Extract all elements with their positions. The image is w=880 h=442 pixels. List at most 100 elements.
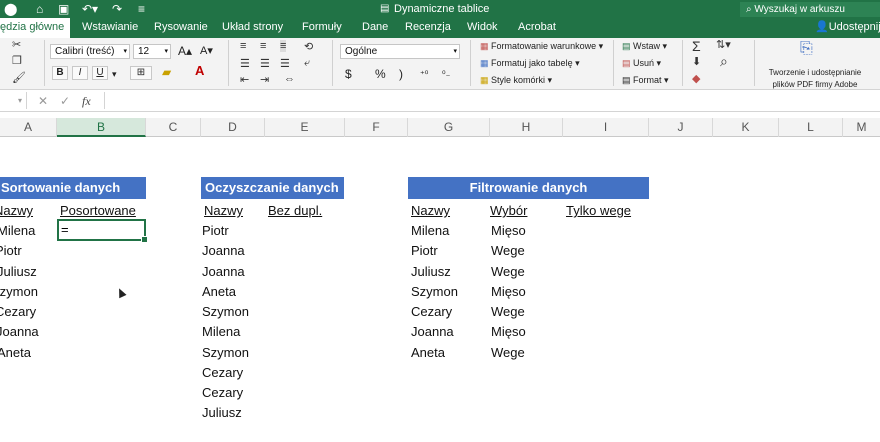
- list-item: Milena: [0, 223, 36, 238]
- decrease-decimal-icon[interactable]: ⁰₋: [442, 68, 450, 80]
- column-header[interactable]: A: [0, 118, 57, 137]
- column-header[interactable]: F: [345, 118, 408, 137]
- font-color-icon[interactable]: A: [195, 64, 204, 77]
- enter-icon[interactable]: ✓: [60, 94, 70, 108]
- merge-cells-icon[interactable]: ⇔: [284, 73, 295, 85]
- tab-acrobat[interactable]: Acrobat: [518, 21, 556, 33]
- increase-decimal-icon[interactable]: ⁺⁰: [420, 68, 428, 80]
- column-header[interactable]: L: [779, 118, 843, 137]
- align-top-icon[interactable]: ≡: [240, 40, 246, 52]
- window-controls-icon[interactable]: ⬤: [4, 2, 17, 16]
- font-name-select[interactable]: Calibri (treść) ▾: [50, 44, 130, 59]
- tab-page-layout[interactable]: Układ strony: [222, 21, 283, 33]
- column-header[interactable]: J: [649, 118, 713, 137]
- shrink-font-button[interactable]: A▾: [200, 45, 213, 57]
- tab-draw[interactable]: Rysowanie: [154, 21, 208, 33]
- pdf-share-icon[interactable]: ⎘: [800, 40, 813, 58]
- wrap-text-icon[interactable]: ⤶: [304, 57, 310, 70]
- sort-filter-icon[interactable]: ⇅▾: [716, 38, 731, 51]
- column-header[interactable]: B: [57, 118, 146, 137]
- pdf-share-label[interactable]: Tworzenie i udostępnianie plików PDF firm…: [762, 67, 868, 91]
- name-box-dropdown-icon[interactable]: ▾: [18, 96, 22, 105]
- conditional-formatting-button[interactable]: ▦ Formatowanie warunkowe ▾: [480, 40, 603, 52]
- italic-button[interactable]: I: [72, 66, 88, 80]
- redo-icon[interactable]: ↷: [112, 2, 122, 16]
- underline-dropdown-icon[interactable]: ▾: [112, 68, 117, 80]
- list-item: Joanna: [0, 324, 39, 339]
- grow-font-button[interactable]: A▴: [178, 45, 192, 57]
- column-header[interactable]: D: [201, 118, 265, 137]
- chevron-down-icon: ▾: [164, 48, 168, 55]
- column-header[interactable]: M: [843, 118, 880, 137]
- tab-review[interactable]: Recenzja: [405, 21, 451, 33]
- tab-formulas[interactable]: Formuły: [302, 21, 342, 33]
- percent-button[interactable]: %: [375, 68, 386, 80]
- tab-home[interactable]: ędzia główne: [0, 18, 71, 38]
- list-item: Aneta: [411, 345, 445, 360]
- number-format-select[interactable]: Ogólne ▾: [340, 44, 460, 59]
- column-header[interactable]: I: [563, 118, 649, 137]
- column-headers: A B C D E F G H I J K L M: [0, 118, 880, 137]
- align-left-icon[interactable]: ☰: [240, 57, 250, 70]
- font-size-select[interactable]: 12 ▾: [133, 44, 171, 59]
- autosum-icon[interactable]: Σ: [692, 38, 701, 54]
- clean-unique-header: Bez dupl.: [268, 203, 323, 218]
- column-header[interactable]: G: [408, 118, 490, 137]
- clear-icon[interactable]: ◆: [692, 72, 700, 85]
- list-item: Cezary: [0, 304, 37, 319]
- format-icon: ▤: [622, 75, 631, 85]
- borders-button[interactable]: ⊞: [130, 66, 152, 80]
- tab-insert[interactable]: Wstawianie: [82, 21, 138, 33]
- copy-icon[interactable]: ❐: [12, 54, 22, 67]
- underline-button[interactable]: U: [92, 66, 108, 80]
- list-item: Juliusz: [202, 405, 242, 420]
- sort-section-title: Sortowanie danych: [0, 177, 146, 199]
- excel-window: ⬤ ⌂ ▣ ↶▾ ↷ ≡ ▤ Dynamiczne tablice ⌕ Wysz…: [0, 0, 880, 442]
- active-cell-b4[interactable]: =: [57, 219, 148, 243]
- tab-data[interactable]: Dane: [362, 21, 388, 33]
- list-item: Szymon: [411, 284, 458, 299]
- chevron-down-icon: ▾: [123, 48, 127, 55]
- insert-icon: ▤: [622, 41, 631, 51]
- column-header[interactable]: C: [146, 118, 201, 137]
- align-bottom-icon[interactable]: ≡: [280, 40, 287, 52]
- column-header[interactable]: E: [265, 118, 345, 137]
- search-input[interactable]: ⌕ Wyszukaj w arkuszu: [740, 2, 880, 17]
- list-item: Wege: [491, 345, 525, 360]
- insert-function-button[interactable]: fx: [82, 94, 91, 109]
- save-icon[interactable]: ▣: [58, 2, 69, 16]
- fill-color-icon[interactable]: ▰: [162, 66, 171, 78]
- worksheet-grid[interactable]: Sortowanie danych Nazwy Posortowane Mile…: [0, 137, 880, 442]
- home-icon[interactable]: ⌂: [36, 2, 43, 16]
- delete-cells-button[interactable]: ▤ Usuń ▾: [622, 57, 661, 69]
- cut-icon[interactable]: ✂: [12, 38, 21, 51]
- undo-icon[interactable]: ↶▾: [82, 2, 98, 16]
- cell-styles-button[interactable]: ▦ Style komórki ▾: [480, 74, 552, 86]
- currency-button[interactable]: $: [345, 68, 352, 80]
- cancel-icon[interactable]: ✕: [38, 94, 48, 108]
- align-center-icon[interactable]: ☰: [260, 57, 270, 70]
- decrease-indent-icon[interactable]: ⇤: [240, 73, 249, 86]
- clean-section-title: Oczyszczanie danych: [201, 177, 344, 199]
- find-select-icon[interactable]: ⌕: [720, 53, 728, 70]
- column-header[interactable]: K: [713, 118, 779, 137]
- align-middle-icon[interactable]: ≡: [260, 40, 266, 52]
- format-painter-icon[interactable]: 🖌: [12, 71, 26, 84]
- orientation-icon[interactable]: ⟲: [304, 40, 313, 53]
- list-item: Juliusz: [411, 264, 451, 279]
- increase-indent-icon[interactable]: ⇥: [260, 73, 269, 86]
- bold-button[interactable]: B: [52, 66, 68, 80]
- insert-cells-button[interactable]: ▤ Wstaw ▾: [622, 40, 667, 52]
- customize-qat-icon[interactable]: ≡: [138, 2, 145, 16]
- tab-view[interactable]: Widok: [467, 21, 498, 33]
- list-item: Piotr: [202, 223, 229, 238]
- table-icon: ▦: [480, 58, 489, 68]
- fill-icon[interactable]: ⬇: [692, 55, 701, 68]
- format-as-table-button[interactable]: ▦ Formatuj jako tabelę ▾: [480, 57, 580, 69]
- share-button[interactable]: 👤Udostępnij: [815, 20, 880, 33]
- column-header[interactable]: H: [490, 118, 563, 137]
- comma-button[interactable]: ): [399, 68, 403, 80]
- align-right-icon[interactable]: ☰: [280, 57, 290, 70]
- list-item: Joanna: [202, 264, 245, 279]
- format-cells-button[interactable]: ▤ Format ▾: [622, 74, 669, 86]
